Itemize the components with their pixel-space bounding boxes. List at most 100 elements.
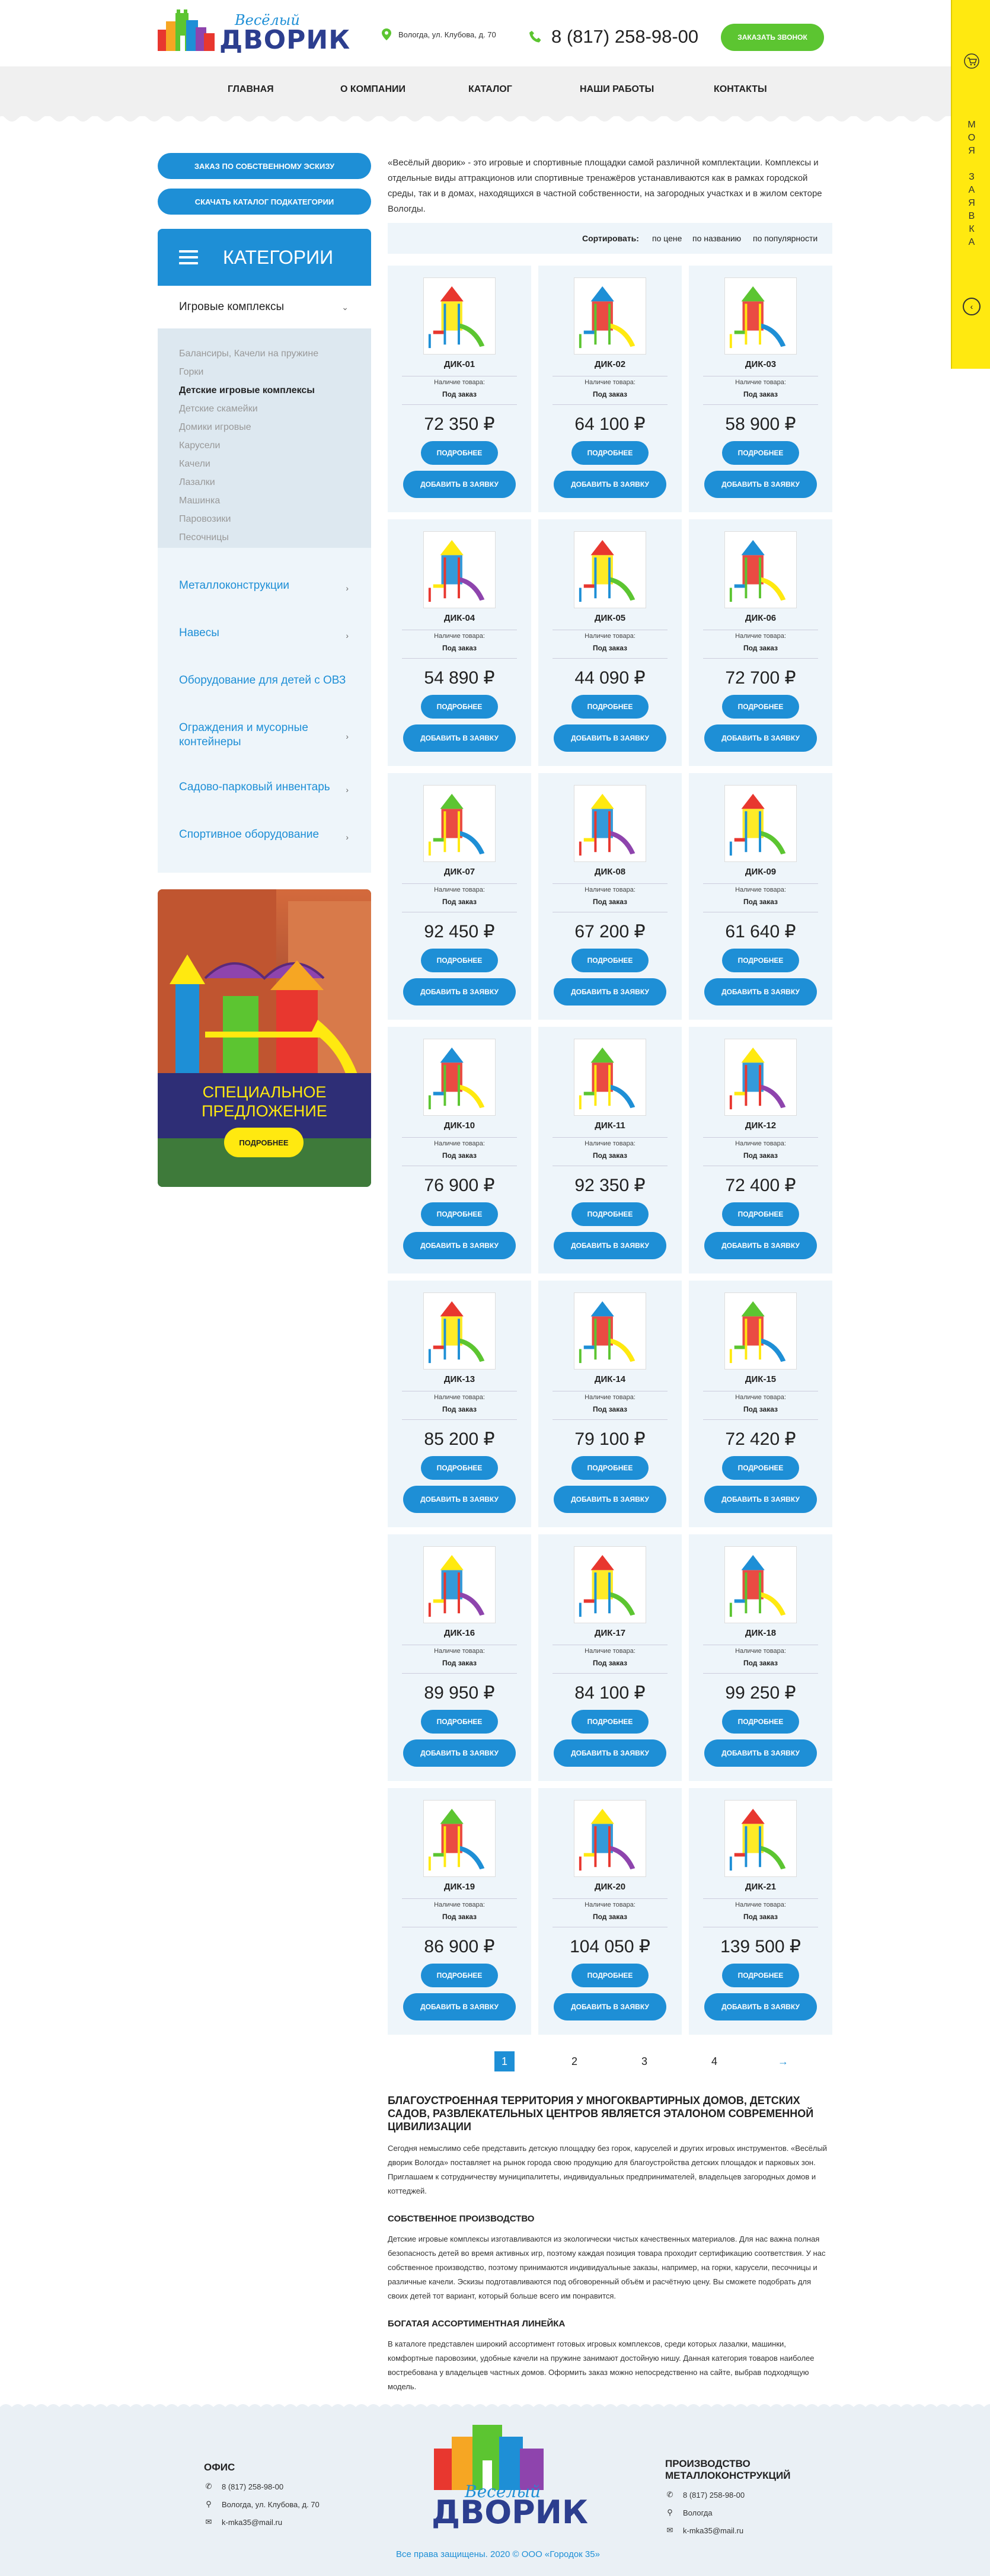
download-catalog-button[interactable]: Скачать каталог подкатегории: [158, 189, 371, 215]
add-to-request-button[interactable]: Добавить в заявку: [403, 1486, 516, 1513]
chevron-left-icon[interactable]: ‹: [963, 298, 981, 315]
product-image[interactable]: [724, 785, 797, 862]
special-offer-banner[interactable]: Специальное предложение Подробнее: [158, 889, 371, 1187]
more-button[interactable]: Подробнее: [722, 1964, 799, 1987]
add-to-request-button[interactable]: Добавить в заявку: [704, 471, 817, 498]
product-name[interactable]: ДИК-15: [689, 1374, 832, 1384]
add-to-request-button[interactable]: Добавить в заявку: [554, 724, 666, 752]
page-4[interactable]: 4: [704, 2051, 724, 2071]
next-page-arrow[interactable]: →: [773, 2051, 793, 2071]
promo-more-button[interactable]: Подробнее: [224, 1128, 304, 1157]
add-to-request-button[interactable]: Добавить в заявку: [704, 1739, 817, 1767]
footer-prod-phone[interactable]: 8 (817) 258-98-00: [683, 2491, 745, 2500]
nav-contacts[interactable]: Контакты: [714, 84, 767, 95]
sort-by-popularity[interactable]: по популярности: [753, 234, 817, 243]
product-image[interactable]: [574, 1800, 646, 1877]
subcategory-item[interactable]: Паровозики: [179, 514, 318, 532]
product-image[interactable]: [574, 1039, 646, 1116]
add-to-request-button[interactable]: Добавить в заявку: [554, 1993, 666, 2020]
more-button[interactable]: Подробнее: [722, 695, 799, 719]
product-image[interactable]: [724, 277, 797, 355]
add-to-request-button[interactable]: Добавить в заявку: [403, 724, 516, 752]
category-garden[interactable]: Садово-парковый инвентарь ›: [158, 780, 371, 794]
nav-catalog[interactable]: Каталог: [468, 84, 512, 95]
product-name[interactable]: ДИК-04: [388, 613, 531, 623]
product-name[interactable]: ДИК-09: [689, 867, 832, 877]
product-name[interactable]: ДИК-17: [538, 1628, 682, 1638]
page-3[interactable]: 3: [634, 2051, 654, 2071]
add-to-request-button[interactable]: Добавить в заявку: [554, 1739, 666, 1767]
more-button[interactable]: Подробнее: [571, 1964, 649, 1987]
more-button[interactable]: Подробнее: [722, 441, 799, 465]
product-name[interactable]: ДИК-21: [689, 1882, 832, 1892]
product-image[interactable]: [423, 785, 496, 862]
page-1[interactable]: 1: [494, 2051, 515, 2071]
custom-sketch-button[interactable]: Заказ по собственному эскизу: [158, 153, 371, 179]
more-button[interactable]: Подробнее: [571, 695, 649, 719]
my-request-tab[interactable]: МОЯ ЗАЯВКА ‹: [951, 0, 990, 369]
category-fences[interactable]: Ограждения и мусорные контейнеры ›: [158, 721, 349, 749]
product-name[interactable]: ДИК-01: [388, 359, 531, 369]
product-image[interactable]: [423, 1800, 496, 1877]
subcategory-item[interactable]: Детские скамейки: [179, 404, 318, 422]
add-to-request-button[interactable]: Добавить в заявку: [403, 1232, 516, 1259]
more-button[interactable]: Подробнее: [421, 441, 498, 465]
add-to-request-button[interactable]: Добавить в заявку: [554, 978, 666, 1005]
product-image[interactable]: [423, 531, 496, 608]
category-metal[interactable]: Металлоконструкции ›: [158, 579, 371, 593]
product-image[interactable]: [724, 1039, 797, 1116]
more-button[interactable]: Подробнее: [421, 1964, 498, 1987]
more-button[interactable]: Подробнее: [571, 1456, 649, 1480]
product-name[interactable]: ДИК-14: [538, 1374, 682, 1384]
subcategory-item[interactable]: Балансиры, Качели на пружине: [179, 349, 318, 367]
product-name[interactable]: ДИК-19: [388, 1882, 531, 1892]
product-image[interactable]: [724, 531, 797, 608]
product-image[interactable]: [423, 1039, 496, 1116]
product-image[interactable]: [724, 1292, 797, 1370]
subcategory-item[interactable]: Горки: [179, 367, 318, 385]
nav-home[interactable]: Главная: [228, 84, 274, 95]
add-to-request-button[interactable]: Добавить в заявку: [403, 1739, 516, 1767]
more-button[interactable]: Подробнее: [571, 441, 649, 465]
more-button[interactable]: Подробнее: [421, 695, 498, 719]
more-button[interactable]: Подробнее: [722, 949, 799, 972]
category-sport[interactable]: Спортивное оборудование ›: [158, 828, 371, 842]
add-to-request-button[interactable]: Добавить в заявку: [704, 1232, 817, 1259]
product-image[interactable]: [574, 785, 646, 862]
product-name[interactable]: ДИК-18: [689, 1628, 832, 1638]
product-name[interactable]: ДИК-02: [538, 359, 682, 369]
subcategory-item[interactable]: Машинка: [179, 496, 318, 514]
add-to-request-button[interactable]: Добавить в заявку: [554, 1486, 666, 1513]
more-button[interactable]: Подробнее: [722, 1202, 799, 1226]
add-to-request-button[interactable]: Добавить в заявку: [704, 1486, 817, 1513]
product-name[interactable]: ДИК-12: [689, 1121, 832, 1131]
product-image[interactable]: [423, 1546, 496, 1623]
footer-prod-email[interactable]: k-mka35@mail.ru: [683, 2526, 743, 2535]
add-to-request-button[interactable]: Добавить в заявку: [403, 978, 516, 1005]
sort-by-name[interactable]: по названию: [692, 234, 741, 243]
category-game-complexes[interactable]: Игровые комплексы ⌄: [158, 286, 371, 328]
category-canopies[interactable]: Навесы ›: [158, 626, 371, 640]
product-name[interactable]: ДИК-11: [538, 1121, 682, 1131]
more-button[interactable]: Подробнее: [722, 1710, 799, 1734]
more-button[interactable]: Подробнее: [722, 1456, 799, 1480]
page-2[interactable]: 2: [564, 2051, 585, 2071]
footer-office-email[interactable]: k-mka35@mail.ru: [222, 2518, 282, 2527]
subcategory-item[interactable]: Лазалки: [179, 477, 318, 496]
more-button[interactable]: Подробнее: [421, 1456, 498, 1480]
more-button[interactable]: Подробнее: [571, 949, 649, 972]
nav-works[interactable]: Наши работы: [580, 84, 654, 95]
add-to-request-button[interactable]: Добавить в заявку: [554, 1232, 666, 1259]
more-button[interactable]: Подробнее: [421, 949, 498, 972]
add-to-request-button[interactable]: Добавить в заявку: [554, 471, 666, 498]
product-image[interactable]: [423, 1292, 496, 1370]
product-image[interactable]: [574, 531, 646, 608]
nav-about[interactable]: О компании: [340, 84, 405, 95]
product-name[interactable]: ДИК-13: [388, 1374, 531, 1384]
sort-by-price[interactable]: по цене: [652, 234, 682, 243]
product-name[interactable]: ДИК-20: [538, 1882, 682, 1892]
product-name[interactable]: ДИК-05: [538, 613, 682, 623]
product-name[interactable]: ДИК-10: [388, 1121, 531, 1131]
header-phone[interactable]: 8 (817) 258-98-00: [529, 26, 698, 47]
product-image[interactable]: [423, 277, 496, 355]
